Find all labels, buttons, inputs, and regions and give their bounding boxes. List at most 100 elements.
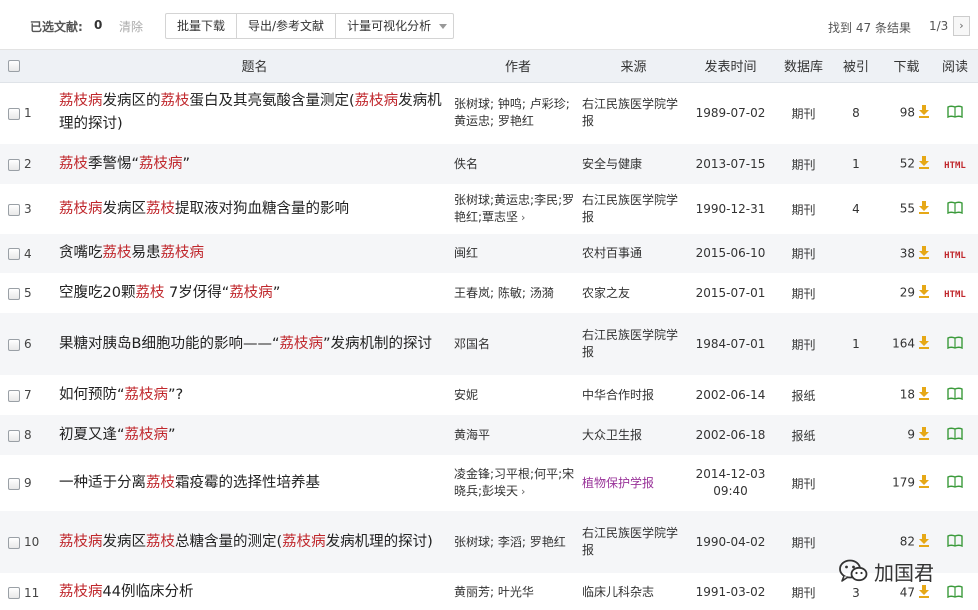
author-names[interactable]: 闽红 (454, 246, 478, 260)
row-cited[interactable] (831, 415, 881, 455)
row-cited[interactable] (831, 234, 881, 273)
book-icon[interactable] (947, 387, 963, 403)
row-checkbox[interactable] (8, 587, 20, 599)
row-checkbox[interactable] (8, 429, 20, 442)
row-checkbox[interactable] (8, 287, 20, 300)
html-read-icon[interactable]: HTML (944, 161, 966, 171)
row-author-cell: 张树球; 李滔; 罗艳红 (454, 511, 582, 573)
visual-analysis-dropdown[interactable]: 计量可视化分析 (336, 14, 453, 38)
row-read-cell (932, 313, 978, 375)
download-arrow-icon[interactable] (918, 285, 930, 301)
title-link[interactable]: 荔枝病发病区荔枝提取液对狗血糖含量的影响 (59, 201, 349, 217)
source-link[interactable]: 农家之友 (582, 286, 630, 300)
download-arrow-icon[interactable] (918, 201, 930, 217)
keyword-highlight: 荔枝病 (59, 200, 103, 217)
author-names[interactable]: 张树球;黄运忠;李民;罗艳红;覃志坚 (454, 193, 574, 224)
book-icon[interactable] (947, 336, 963, 352)
download-arrow-icon[interactable] (918, 475, 930, 491)
title-link[interactable]: 空腹吃20颗荔枝 7岁伢得“荔枝病” (59, 285, 280, 301)
book-icon[interactable] (947, 201, 963, 217)
header-author[interactable]: 作者 (454, 50, 582, 83)
header-source[interactable]: 来源 (582, 50, 685, 83)
book-icon[interactable] (947, 475, 963, 491)
download-count: 179 (892, 475, 915, 490)
row-cited[interactable] (831, 375, 881, 415)
more-authors-chevron-icon[interactable]: › (521, 209, 525, 226)
batch-download-button[interactable]: 批量下载 (166, 14, 238, 38)
book-icon[interactable] (947, 534, 963, 550)
row-cited[interactable]: 8 (831, 82, 881, 144)
keyword-highlight: 荔枝病 (354, 93, 399, 110)
title-link[interactable]: 一种适于分离荔枝霜疫霉的选择性培养基 (59, 475, 320, 491)
row-checkbox-cell (0, 455, 24, 511)
download-arrow-icon[interactable] (918, 387, 930, 403)
row-checkbox[interactable] (8, 158, 20, 171)
author-names[interactable]: 安妮 (454, 388, 478, 402)
title-link[interactable]: 荔枝季警惕“荔枝病” (59, 156, 190, 172)
row-cited[interactable]: 1 (831, 313, 881, 375)
export-references-button[interactable]: 导出/参考文献 (237, 14, 337, 38)
header-date[interactable]: 发表时间 (685, 50, 776, 83)
source-link[interactable]: 右江民族医学院学报 (582, 193, 678, 224)
row-checkbox[interactable] (8, 536, 20, 549)
row-checkbox[interactable] (8, 203, 20, 216)
next-page-button[interactable]: › (953, 16, 970, 36)
html-read-icon[interactable]: HTML (944, 290, 966, 300)
author-names[interactable]: 佚名 (454, 157, 478, 171)
book-icon[interactable] (947, 105, 963, 121)
row-date: 2013-07-15 (685, 144, 776, 184)
source-link[interactable]: 右江民族医学院学报 (582, 97, 678, 128)
row-checkbox[interactable] (8, 389, 20, 402)
row-checkbox[interactable] (8, 338, 20, 351)
title-link[interactable]: 荔枝病发病区的荔枝蛋白及其亮氨酸含量测定(荔枝病发病机理的探讨) (59, 93, 442, 132)
author-names[interactable]: 凌金锋;习平根;何平;宋晓兵;彭埃天 (454, 467, 574, 498)
title-link[interactable]: 如何预防“荔枝病”? (59, 387, 183, 403)
source-link[interactable]: 植物保护学报 (582, 476, 654, 490)
keyword-highlight: 荔枝 (135, 284, 165, 301)
download-arrow-icon[interactable] (918, 245, 930, 262)
source-link[interactable]: 农村百事通 (582, 246, 642, 260)
select-all-checkbox[interactable] (8, 59, 20, 72)
title-text: 发病区的 (102, 93, 161, 110)
source-link[interactable]: 右江民族医学院学报 (582, 526, 678, 557)
html-read-icon[interactable]: HTML (944, 251, 966, 261)
row-checkbox[interactable] (8, 107, 20, 120)
row-cited[interactable] (831, 273, 881, 313)
row-checkbox[interactable] (8, 248, 20, 260)
source-link[interactable]: 中华合作时报 (582, 388, 654, 402)
download-arrow-icon[interactable] (918, 534, 930, 550)
author-names[interactable]: 黄丽芳; 叶光华 (454, 585, 534, 599)
row-cited[interactable] (831, 455, 881, 511)
download-arrow-icon[interactable] (918, 336, 930, 352)
author-names[interactable]: 邓国名 (454, 337, 490, 351)
row-cited[interactable]: 4 (831, 184, 881, 234)
title-link[interactable]: 荔枝病发病区荔枝总糖含量的测定(荔枝病发病机理的探讨) (59, 534, 433, 550)
author-names[interactable]: 张树球; 李滔; 罗艳红 (454, 535, 566, 549)
title-link[interactable]: 初夏又逢“荔枝病” (59, 427, 176, 443)
title-link[interactable]: 贪嘴吃荔枝易患荔枝病 (59, 245, 204, 261)
row-checkbox[interactable] (8, 477, 20, 490)
source-link[interactable]: 大众卫生报 (582, 428, 642, 442)
header-title[interactable]: 题名 (55, 50, 454, 83)
download-arrow-icon[interactable] (918, 427, 930, 443)
download-arrow-icon[interactable] (918, 105, 930, 121)
header-cited[interactable]: 被引 (831, 50, 881, 83)
author-names[interactable]: 黄海平 (454, 428, 490, 442)
download-arrow-icon[interactable] (918, 156, 930, 172)
author-names[interactable]: 张树球; 钟鸣; 卢彩珍; 黄运忠; 罗艳红 (454, 97, 570, 128)
row-title-cell: 一种适于分离荔枝霜疫霉的选择性培养基 (55, 455, 454, 511)
source-link[interactable]: 安全与健康 (582, 157, 642, 171)
header-downloads[interactable]: 下载 (881, 50, 932, 83)
author-names[interactable]: 王春岚; 陈敏; 汤漪 (454, 286, 554, 300)
keyword-highlight: 荔枝 (146, 200, 175, 217)
book-icon[interactable] (947, 427, 963, 443)
row-cited[interactable]: 1 (831, 144, 881, 184)
row-database: 期刊 (776, 184, 831, 234)
header-database[interactable]: 数据库 (776, 50, 831, 83)
title-link[interactable]: 荔枝病44例临床分析 (59, 584, 193, 600)
clear-selection-button[interactable]: 清除 (119, 18, 143, 35)
source-link[interactable]: 临床儿科杂志 (582, 585, 654, 599)
title-link[interactable]: 果糖对胰岛B细胞功能的影响——“荔枝病”发病机制的探讨 (59, 336, 432, 352)
more-authors-chevron-icon[interactable]: › (521, 483, 525, 500)
source-link[interactable]: 右江民族医学院学报 (582, 328, 678, 359)
